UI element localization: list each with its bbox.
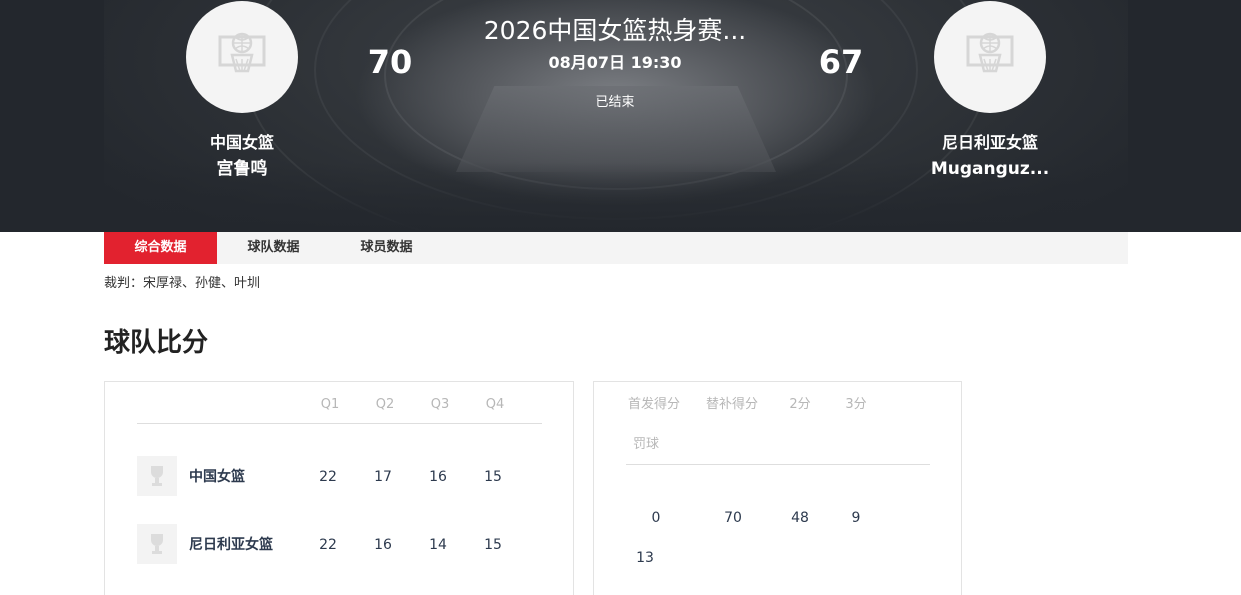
trophy-icon <box>151 534 163 554</box>
stat-value: 70 <box>724 510 742 526</box>
home-team-name[interactable]: 中国女篮 <box>142 131 342 155</box>
stat-value: 9 <box>851 510 861 526</box>
basketball-hoop-icon <box>218 32 266 73</box>
table-header: 罚球 <box>632 437 659 452</box>
quarter-score: 16 <box>374 537 392 553</box>
stat-value: 13 <box>636 550 654 566</box>
tab-overview[interactable]: 综合数据 <box>104 232 217 264</box>
quarter-score: 15 <box>484 469 502 485</box>
referees-info: 裁判：宋厚禄、孙健、叶圳 <box>104 276 261 291</box>
table-header: 2分 <box>789 397 811 412</box>
quarter-score-table: Q1 Q2 Q3 Q4 中国女篮 22 17 16 15 尼日利亚女篮 22 1… <box>104 381 574 595</box>
quarter-score: 16 <box>429 469 447 485</box>
away-team-name[interactable]: 尼日利亚女篮 <box>890 131 1090 155</box>
home-score: 70 <box>367 43 413 81</box>
team-name[interactable]: 尼日利亚女篮 <box>189 535 273 555</box>
team-logo <box>137 456 177 496</box>
table-header: Q4 <box>485 397 505 412</box>
away-team-coach: Muganguz... <box>930 159 1050 179</box>
team-logo <box>137 524 177 564</box>
quarter-score: 17 <box>374 469 392 485</box>
data-tabs: 综合数据 球队数据 球员数据 <box>104 232 1128 264</box>
table-header: Q3 <box>430 397 450 412</box>
trophy-icon <box>151 466 163 486</box>
match-header: 中国女篮 宫鲁鸣 尼日利亚女篮 Muganguz... 70 67 2026中国… <box>0 0 1241 232</box>
header-divider <box>137 423 542 424</box>
quarter-score: 22 <box>319 469 337 485</box>
match-time: 08月07日 19:30 <box>548 53 682 72</box>
header-divider <box>626 464 930 465</box>
home-team-coach: 宫鲁鸣 <box>216 159 268 179</box>
table-header: Q1 <box>320 397 340 412</box>
stat-value: 48 <box>791 510 809 526</box>
away-score: 67 <box>818 43 864 81</box>
scoring-breakdown-table: 首发得分 替补得分 2分 3分 罚球 0 70 48 9 13 <box>593 381 962 595</box>
table-header: Q2 <box>375 397 395 412</box>
quarter-score: 22 <box>319 537 337 553</box>
match-title: 2026中国女篮热身赛... <box>483 16 747 45</box>
team-name[interactable]: 中国女篮 <box>189 467 245 487</box>
match-status: 已结束 <box>595 95 635 110</box>
home-team-logo[interactable] <box>186 1 298 113</box>
table-header: 3分 <box>845 397 867 412</box>
quarter-score: 15 <box>484 537 502 553</box>
stat-value: 0 <box>651 510 661 526</box>
away-team-logo[interactable] <box>934 1 1046 113</box>
quarter-score: 14 <box>429 537 447 553</box>
basketball-hoop-icon <box>966 32 1014 73</box>
tab-team-stats[interactable]: 球队数据 <box>217 232 330 264</box>
tab-player-stats[interactable]: 球员数据 <box>330 232 443 264</box>
table-header: 首发得分 <box>627 397 680 412</box>
section-title: 球队比分 <box>104 328 209 358</box>
table-header: 替补得分 <box>705 397 758 412</box>
